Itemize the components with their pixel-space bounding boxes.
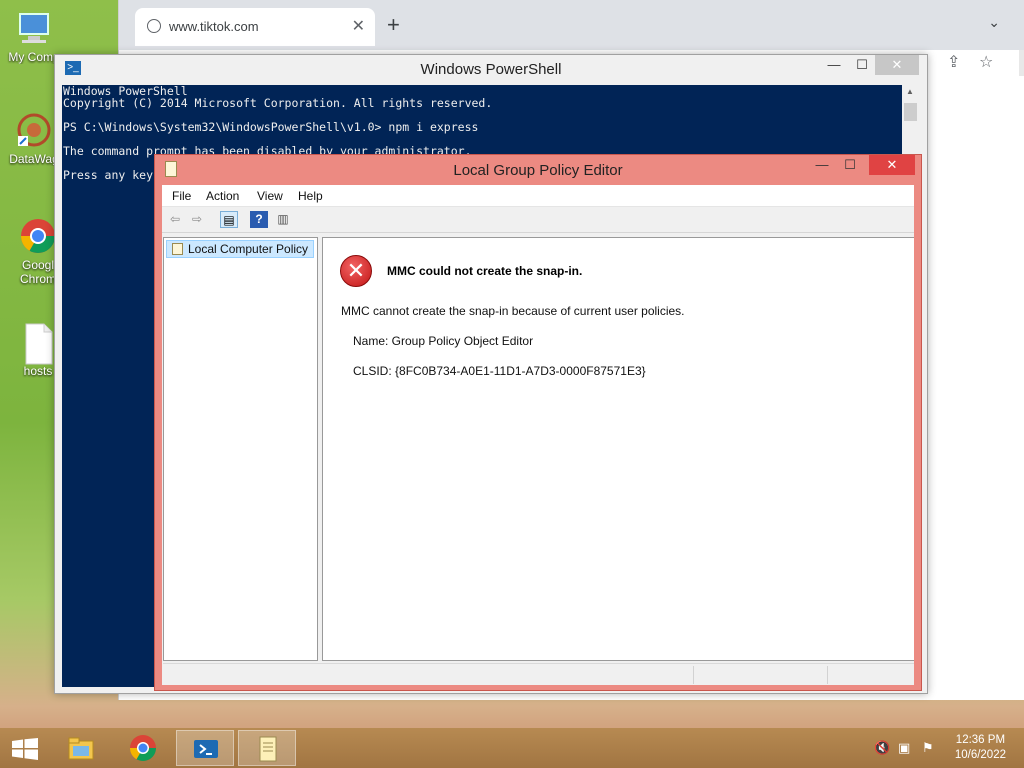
menu-action[interactable]: Action (206, 189, 239, 203)
gpo-window: Local Group Policy Editor — ☐ ✕ File Act… (154, 154, 922, 691)
maximize-button[interactable]: ☐ (835, 155, 865, 175)
tab-title: www.tiktok.com (169, 19, 259, 34)
network-icon[interactable]: ▣ (898, 740, 910, 756)
status-bar (163, 663, 914, 685)
menu-bar: File Action View Help (162, 185, 914, 207)
error-icon: ✕ (340, 255, 372, 287)
taskbar-explorer[interactable] (52, 730, 110, 766)
scroll-up-icon[interactable]: ▲ (906, 87, 914, 96)
star-icon[interactable]: ☆ (979, 52, 993, 72)
volume-muted-icon[interactable]: 🔇 (874, 740, 890, 756)
close-button[interactable]: ✕ (875, 55, 919, 75)
tree-pane: Local Computer Policy (163, 237, 318, 661)
error-message: MMC cannot create the snap-in because of… (341, 304, 685, 318)
computer-icon (14, 8, 54, 48)
taskbar-gpedit[interactable] (238, 730, 296, 766)
chrome-icon (18, 216, 58, 256)
back-icon[interactable]: ⇦ (166, 211, 184, 228)
taskbar-chrome[interactable] (114, 730, 172, 766)
gpo-titlebar[interactable]: Local Group Policy Editor — ☐ ✕ (155, 155, 921, 183)
chrome-tab-bar: www.tiktok.com ✕ + ⌄ (119, 0, 1024, 50)
start-button[interactable] (2, 730, 46, 766)
error-title: MMC could not create the snap-in. (387, 264, 583, 278)
chrome-tab[interactable]: www.tiktok.com ✕ (135, 8, 375, 46)
window-title: Windows PowerShell (420, 61, 562, 78)
menu-help[interactable]: Help (298, 189, 323, 203)
menu-view[interactable]: View (257, 189, 283, 203)
taskbar: 🔇 ▣ ⚑ 12:36 PM 10/6/2022 (0, 728, 1024, 768)
tab-search-icon[interactable]: ⌄ (988, 14, 1000, 31)
minimize-button[interactable]: — (807, 155, 837, 175)
status-segment (827, 666, 828, 684)
minimize-button[interactable]: — (819, 55, 849, 75)
chrome-icon (129, 735, 157, 762)
file-icon (18, 322, 58, 365)
console-line: Copyright (C) 2014 Microsoft Corporation… (63, 96, 493, 110)
clock-date: 10/6/2022 (954, 749, 1006, 761)
taskbar-powershell[interactable] (176, 730, 234, 766)
snapin-clsid: CLSID: {8FC0B734-A0E1-11D1-A7D3-0000F875… (353, 364, 646, 378)
content-pane: ✕ MMC could not create the snap-in. MMC … (322, 237, 914, 661)
console-line: PS C:\Windows\System32\WindowsPowerShell… (63, 120, 479, 134)
close-button[interactable]: ✕ (869, 155, 915, 175)
tree-item-local-computer-policy[interactable]: Local Computer Policy (166, 240, 314, 258)
maximize-button[interactable]: ☐ (847, 55, 877, 75)
forward-icon[interactable]: ⇨ (188, 211, 206, 228)
powershell-icon (194, 740, 218, 758)
policy-icon (172, 243, 183, 255)
scroll-thumb[interactable] (904, 103, 917, 121)
folder-icon (68, 737, 94, 760)
action-center-icon[interactable]: ⚑ (922, 740, 934, 756)
clock[interactable]: 12:36 PM 10/6/2022 (955, 733, 1006, 763)
chrome-menu-strip[interactable] (1019, 50, 1024, 76)
share-icon[interactable]: ⇪ (947, 52, 960, 72)
clock-time: 12:36 PM (955, 734, 1006, 746)
powershell-titlebar[interactable]: >_ Windows PowerShell — ☐ ✕ (55, 55, 927, 85)
toolbar: ⇦ ⇨ ▤ ? ▥ (162, 207, 914, 233)
windows-logo-icon (12, 738, 38, 760)
status-segment (693, 666, 694, 684)
help-icon[interactable]: ? (250, 211, 268, 228)
menu-file[interactable]: File (172, 189, 191, 203)
action-pane-icon[interactable]: ▥ (274, 211, 292, 228)
globe-icon (147, 19, 161, 33)
close-tab-icon[interactable]: ✕ (352, 16, 365, 36)
snapin-name: Name: Group Policy Object Editor (353, 334, 534, 348)
policy-icon (259, 736, 277, 762)
tree-item-label: Local Computer Policy (188, 242, 309, 256)
show-hide-tree-icon[interactable]: ▤ (220, 211, 238, 228)
gpo-client-area: File Action View Help ⇦ ⇨ ▤ ? ▥ Local Co… (162, 185, 914, 685)
datawag-icon (14, 110, 54, 150)
new-tab-button[interactable]: + (387, 12, 400, 38)
